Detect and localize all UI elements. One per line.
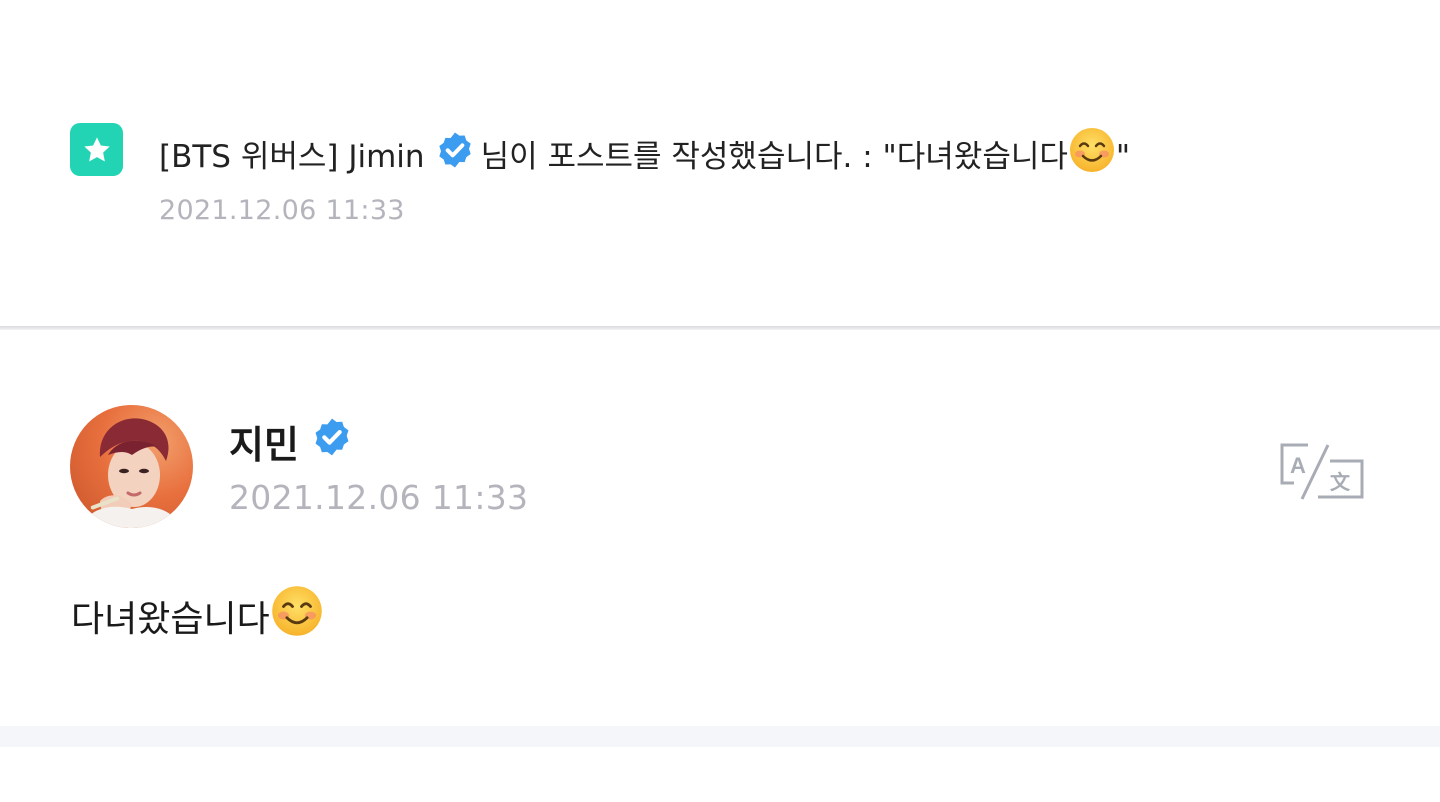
section-separator (0, 726, 1440, 747)
post-body-text: 다녀왔습니다 (71, 598, 270, 640)
avatar[interactable] (70, 405, 193, 528)
notification-prefix: [BTS 위버스] Jimin (159, 138, 425, 175)
svg-text:文: 文 (1330, 470, 1351, 494)
translate-icon[interactable]: A 文 (1280, 443, 1364, 501)
notification-end-quote: " (1115, 138, 1131, 175)
star-icon (70, 123, 123, 176)
svg-text:A: A (1290, 453, 1306, 478)
author-name-row[interactable]: 지민 (229, 414, 353, 469)
notification-suffix: 님이 포스트를 작성했습니다. : "다녀왔습니다 (480, 138, 1068, 175)
smiling-face-icon (1068, 126, 1116, 187)
verified-badge-icon (311, 416, 353, 467)
notification-timestamp: 2021.12.06 11:33 (159, 195, 405, 226)
author-name[interactable]: 지민 (229, 414, 299, 469)
post-body: 다녀왔습니다 (71, 584, 324, 647)
notification-item[interactable]: [BTS 위버스] Jimin 님이 포스트를 작성했습니다. : "다녀왔습니… (0, 0, 1440, 326)
section-divider (0, 326, 1440, 330)
page: [BTS 위버스] Jimin 님이 포스트를 작성했습니다. : "다녀왔습니… (0, 0, 1440, 802)
post-timestamp: 2021.12.06 11:33 (229, 478, 529, 517)
notification-message: [BTS 위버스] Jimin 님이 포스트를 작성했습니다. : "다녀왔습니… (159, 126, 1130, 187)
smiling-face-icon (270, 584, 324, 647)
verified-badge-icon (435, 130, 475, 183)
